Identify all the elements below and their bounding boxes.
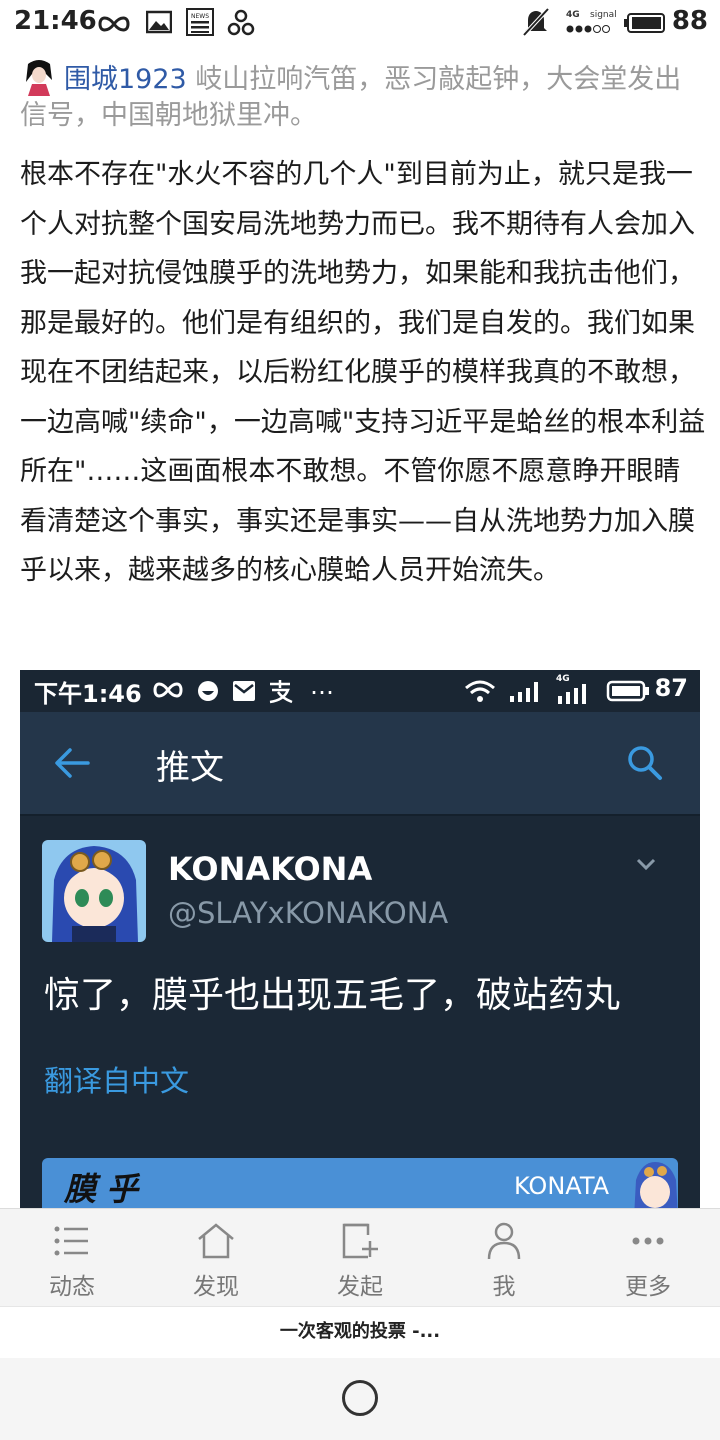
tweet-text: 惊了，膜乎也出现五毛了，破站药丸 [44,975,621,1016]
home-button[interactable] [342,1380,378,1416]
nav-item-feed[interactable]: 动态 [0,1209,144,1307]
nav-label-feed: 动态 [49,1274,95,1300]
avatar[interactable] [20,58,58,96]
image-icon [146,10,172,34]
nav-item-discover[interactable]: 发现 [144,1209,288,1307]
embedded-status-bar: 下午1:46 … 4G 87 [20,670,700,712]
list-icon [54,1226,88,1256]
alipay-icon [269,680,293,704]
card-mascot-icon [634,1162,678,1210]
tweet-page-title: 推文 [156,748,224,788]
username-link[interactable]: 围城1923 [64,64,187,95]
compose-icon [342,1223,378,1259]
nav-label-me: 我 [492,1274,516,1300]
home-icon [198,1223,234,1259]
chevron-down-icon[interactable] [636,858,656,872]
search-icon[interactable] [626,744,664,782]
nav-label-compose: 发起 [337,1274,383,1300]
link-card[interactable]: 膜乎 KONATA [42,1158,678,1210]
bottom-nav: 动态 发现 发起 我 更多 [0,1208,720,1306]
status-bar: 21:46 NEWS 4G signal 88 [0,0,720,46]
app-icon [227,9,255,36]
tweet-display-name[interactable]: KONAKONA [168,850,372,888]
user-icon [487,1222,521,1260]
embedded-battery-level: 87 [654,674,688,702]
post-header: 围城1923 岐山拉响汽笛，恶习敲起钟，大会堂发出信号，中国朝地狱里冲。 [20,58,700,134]
translate-link[interactable]: 翻译自中文 [44,1058,189,1100]
signal-bars-icon [510,682,538,702]
nav-item-more[interactable]: 更多 [576,1209,720,1307]
nav-label-more: 更多 [625,1274,671,1300]
status-time: 21:46 [14,6,97,36]
poll-banner[interactable]: 一次客观的投票 -... [0,1306,720,1358]
card-brand: KONATA [514,1172,610,1200]
back-arrow-icon[interactable] [54,746,92,780]
nav-label-discover: 发现 [193,1274,239,1300]
signal-bars-icon-2 [558,684,586,704]
embedded-status-time: 下午1:46 [34,680,142,708]
battery-icon [624,13,665,33]
embedded-screenshot[interactable]: 下午1:46 … 4G 87 推文 KONAKONA @SLAYxKONAKON… [20,670,700,1210]
signal-dots-icon [566,25,610,33]
infinity-icon [98,16,130,32]
nav-item-me[interactable]: 我 [432,1209,576,1307]
mute-bell-icon [522,7,550,37]
post-body: 根本不存在"水火不容的几个人"到目前为止，就只是我一个人对抗整个国安局洗地势力而… [20,159,706,586]
card-title: 膜乎 [64,1170,149,1208]
nav-item-compose[interactable]: 发起 [288,1209,432,1307]
network-label: 4G [566,10,580,20]
embedded-battery-icon [606,680,649,702]
tweet-toolbar: 推文 [20,712,700,816]
more-icon [632,1237,664,1245]
tweet-avatar[interactable] [42,840,146,942]
news-icon-label: NEWS [191,13,209,20]
emoji-icon [198,681,218,701]
mail-icon [233,681,255,701]
system-nav-bar [0,1358,720,1440]
news-icon: NEWS [186,8,214,36]
more-notifications: … [310,672,334,700]
infinity-icon [153,682,183,698]
tweet-handle[interactable]: @SLAYxKONAKONA [168,896,448,930]
wifi-icon [465,680,495,702]
battery-level: 88 [671,6,708,36]
signal-label: signal [590,10,617,20]
